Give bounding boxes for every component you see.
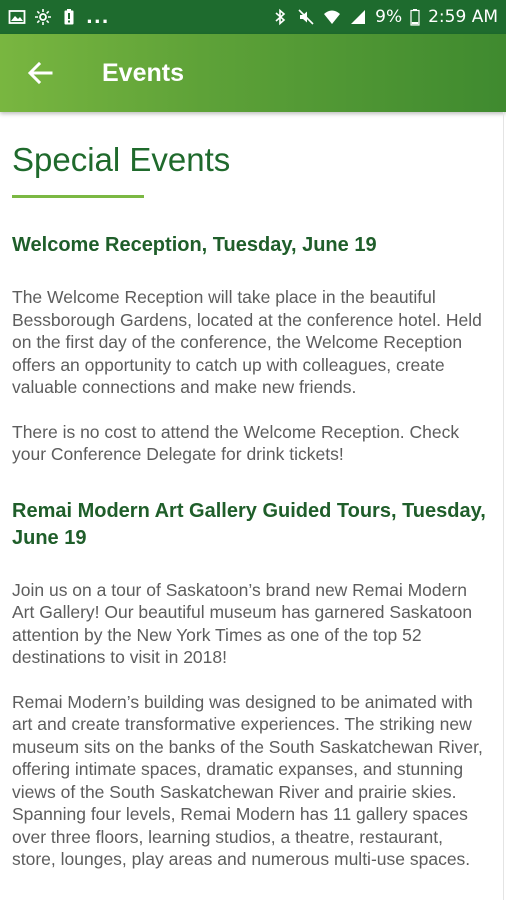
battery-percent: 9% <box>375 7 403 27</box>
image-icon <box>8 8 26 26</box>
event-heading: Remai Modern Art Gallery Guided Tours, T… <box>12 499 486 549</box>
arrow-left-icon <box>27 60 53 86</box>
event-heading: Welcome Reception, Tuesday, June 19 <box>12 234 377 256</box>
events-content[interactable]: Special Events Welcome Reception, Tuesda… <box>12 112 490 900</box>
status-right: 9% 2:59 AM <box>271 7 498 27</box>
battery-icon <box>410 8 420 26</box>
status-bar: ... 9% 2:59 AM <box>0 0 506 34</box>
mute-icon <box>297 8 315 26</box>
event-paragraph: Remai Modern’s building was designed to … <box>12 691 483 870</box>
title-divider <box>12 195 144 198</box>
clock: 2:59 AM <box>428 7 498 27</box>
back-button[interactable] <box>0 34 80 112</box>
event-section: Remai Modern Art Gallery Guided Tours, T… <box>12 498 490 871</box>
signal-icon <box>349 8 367 26</box>
sync-icon <box>34 8 52 26</box>
event-paragraph: The Welcome Reception will take place in… <box>12 287 482 397</box>
bluetooth-icon <box>271 8 289 26</box>
app-bar-title: Events <box>102 58 184 87</box>
event-paragraph: Join us on a tour of Saskatoon’s brand n… <box>12 579 473 668</box>
wifi-icon <box>323 8 341 26</box>
scroll-edge <box>503 112 504 900</box>
status-left: ... <box>8 7 110 28</box>
page-title: Special Events <box>12 141 231 178</box>
battery-saver-icon <box>60 8 78 26</box>
event-section: Welcome Reception, Tuesday, June 19 The … <box>12 232 490 466</box>
event-paragraph: There is no cost to attend the Welcome R… <box>12 421 460 465</box>
more-notifications: ... <box>86 6 110 28</box>
app-bar: Events <box>0 34 506 112</box>
